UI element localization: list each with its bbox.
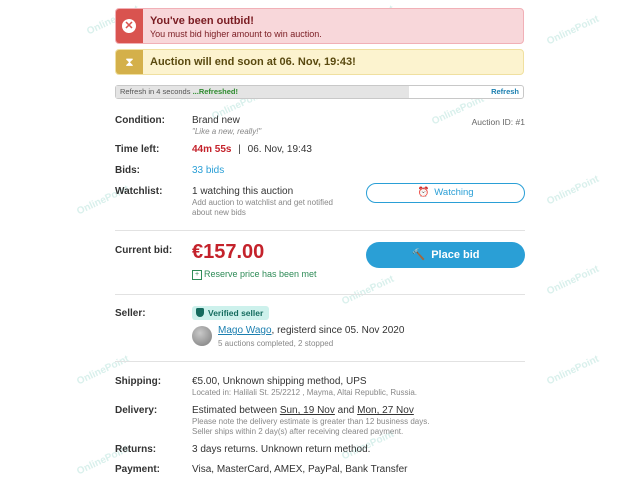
watching-button-label: Watching xyxy=(434,187,474,198)
watermark: OnlinePoint xyxy=(545,263,601,298)
delivery-label: Delivery: xyxy=(115,405,158,416)
watchlist-label: Watchlist: xyxy=(115,186,163,197)
time-left-label: Time left: xyxy=(115,144,160,155)
refresh-bar: Refresh in 4 seconds ...Refreshed! Refre… xyxy=(115,85,524,99)
watchlist-note: Add auction to watchlist and get notifie… xyxy=(192,198,333,217)
condition-note: "Like a new, really!" xyxy=(192,127,262,136)
watermark: OnlinePoint xyxy=(545,173,601,208)
seller-since: , registerd since 05. Nov 2020 xyxy=(271,325,405,336)
outbid-title: You've been outbid! xyxy=(150,15,254,27)
hourglass-icon: ⧗ xyxy=(116,50,143,74)
end-time: 06. Nov, 19:43 xyxy=(247,144,312,155)
shipping-value: €5.00, Unknown shipping method, UPS xyxy=(192,376,367,387)
condition-value: Brand new xyxy=(192,115,240,126)
current-bid-label: Current bid: xyxy=(115,245,173,256)
returns-label: Returns: xyxy=(115,444,157,455)
reserve-text: Reserve price has been met xyxy=(204,269,317,279)
auction-id: Auction ID: #1 xyxy=(472,117,525,127)
auction-id-value: #1 xyxy=(515,117,525,127)
delivery-estimate: Estimated between Sun, 19 Nov and Mon, 2… xyxy=(192,405,414,416)
verified-seller-badge: Verified seller xyxy=(192,306,270,320)
shipping-location: Located in: Halilali St. 25/2212 , Mayma… xyxy=(192,388,418,397)
seller-label: Seller: xyxy=(115,308,146,319)
payment-value: Visa, MasterCard, AMEX, PayPal, Bank Tra… xyxy=(192,464,408,475)
bids-label: Bids: xyxy=(115,165,140,176)
refresh-link[interactable]: Refresh xyxy=(491,87,519,96)
payment-label: Payment: xyxy=(115,464,161,475)
verified-seller-text: Verified seller xyxy=(208,308,264,318)
delivery-date-start: Sun, 19 Nov xyxy=(279,405,335,416)
ending-soon-text: Auction will end soon at 06. Nov, 19:43! xyxy=(150,56,356,68)
delivery-prefix: Estimated between xyxy=(192,405,280,416)
refresh-countdown: Refresh in 4 seconds xyxy=(120,87,191,96)
avatar xyxy=(192,326,212,346)
gavel-icon: 🔨 xyxy=(411,249,426,261)
refresh-status: Refresh in 4 seconds ...Refreshed! xyxy=(120,87,238,96)
checkbox-icon: + xyxy=(192,269,202,280)
seller-info: Mago Wago, registerd since 05. Nov 2020 xyxy=(218,325,404,336)
seller-stats: 5 auctions completed, 2 stopped xyxy=(218,339,334,348)
ending-soon-alert: ⧗ Auction will end soon at 06. Nov, 19:4… xyxy=(115,49,524,75)
place-bid-button[interactable]: 🔨 Place bid xyxy=(366,242,525,268)
delivery-date-end: Mon, 27 Nov xyxy=(357,405,414,416)
seller-name-link[interactable]: Mago Wago xyxy=(218,325,272,336)
watermark: OnlinePoint xyxy=(340,273,396,308)
divider xyxy=(115,230,525,231)
close-circle-icon: ✕ xyxy=(122,19,136,33)
refresh-ok: ...Refreshed! xyxy=(192,87,238,96)
place-bid-label: Place bid xyxy=(431,249,480,261)
auction-id-label: Auction ID: xyxy=(471,117,514,127)
time-separator: | xyxy=(238,144,241,155)
watchlist-value: 1 watching this auction xyxy=(192,186,294,197)
alarm-clock-icon: ⏰ xyxy=(417,187,430,198)
time-left-value: 44m 55s xyxy=(192,144,232,155)
outbid-text: You must bid higher amount to win auctio… xyxy=(150,29,322,39)
shield-check-icon xyxy=(196,308,204,317)
returns-value: 3 days returns. Unknown return method. xyxy=(192,444,371,455)
shipping-label: Shipping: xyxy=(115,376,162,387)
outbid-alert: ✕ You've been outbid! You must bid highe… xyxy=(115,8,524,44)
divider xyxy=(115,294,525,295)
watching-button[interactable]: ⏰ Watching xyxy=(366,183,525,203)
condition-label: Condition: xyxy=(115,115,165,126)
delivery-and: and xyxy=(334,405,358,416)
time-left-row: 44m 55s | 06. Nov, 19:43 xyxy=(192,144,312,155)
current-bid-price: €157.00 xyxy=(192,241,265,263)
watermark: OnlinePoint xyxy=(545,353,601,388)
divider xyxy=(115,361,525,362)
delivery-note-1: Please note the delivery estimate is gre… xyxy=(192,417,430,426)
bids-link[interactable]: 33 bids xyxy=(192,165,224,176)
watermark: OnlinePoint xyxy=(545,13,601,48)
alert-icon-box: ✕ xyxy=(116,9,143,43)
delivery-note-2: Seller ships within 2 day(s) after recei… xyxy=(192,427,404,436)
reserve-status: + Reserve price has been met xyxy=(192,269,317,280)
